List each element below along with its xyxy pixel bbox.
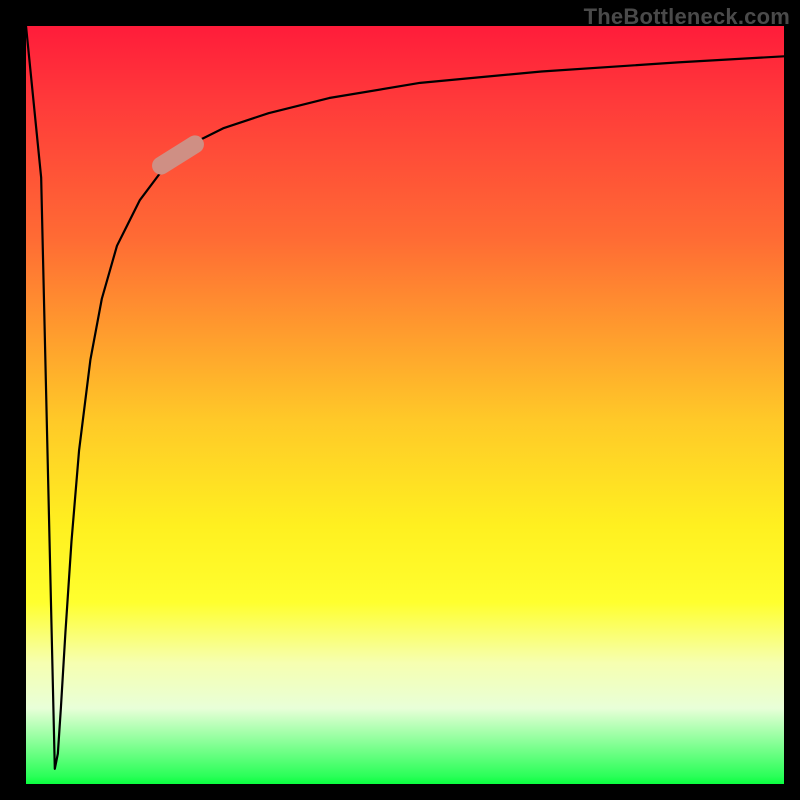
curve-svg (26, 26, 784, 784)
curve-path (26, 26, 784, 769)
chart-frame: TheBottleneck.com (0, 0, 800, 800)
